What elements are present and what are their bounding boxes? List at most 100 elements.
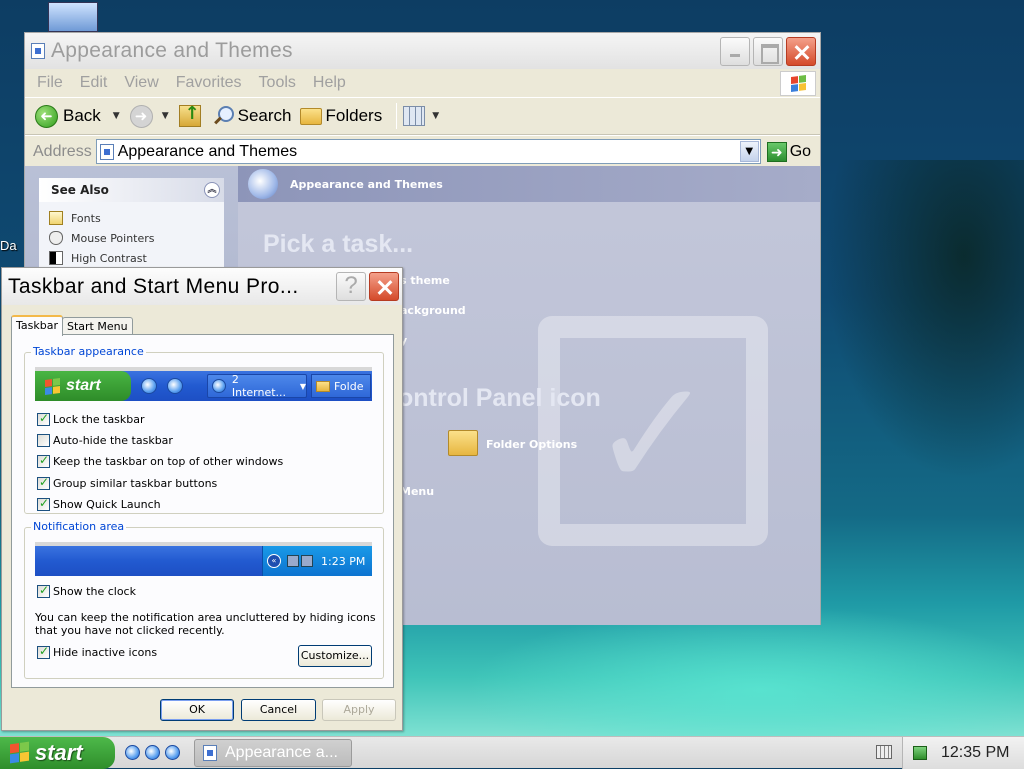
taskbar-button-label: Appearance a... — [225, 743, 338, 761]
windows-logo-icon — [45, 377, 60, 395]
checkbox[interactable] — [37, 411, 50, 426]
close-button[interactable] — [786, 37, 816, 66]
option-show-clock[interactable]: Show the clock — [37, 583, 136, 598]
folder-options-link[interactable]: Folder Options — [486, 438, 577, 451]
folders-label: Folders — [325, 106, 383, 125]
views-button[interactable] — [403, 106, 426, 126]
forward-dropdown-icon[interactable]: ▼ — [162, 111, 169, 121]
internet-explorer-icon — [167, 378, 183, 394]
notification-preview: « 1:23 PM — [35, 542, 372, 576]
tray-preview: « 1:23 PM — [262, 546, 372, 576]
internet-explorer-icon[interactable] — [145, 745, 160, 760]
dialog-close-button[interactable] — [369, 272, 399, 301]
taskbar-button-appearance[interactable]: Appearance a... — [194, 738, 352, 767]
network-icon[interactable] — [913, 746, 927, 760]
control-panel-icon — [31, 43, 45, 59]
notification-info-text: You can keep the notification area unclu… — [35, 611, 376, 637]
wallpaper-palm — [824, 160, 1024, 480]
address-value: Appearance and Themes — [117, 142, 298, 160]
show-hidden-icons-icon: « — [267, 554, 281, 568]
taskbar: start Appearance a... 12:35 PM — [0, 736, 1024, 769]
checkbox[interactable] — [37, 583, 50, 598]
menu-view[interactable]: View — [124, 74, 158, 92]
task-link-theme[interactable]: s theme — [400, 274, 450, 287]
control-panel-icon — [99, 143, 114, 160]
folder-icon — [299, 107, 322, 125]
see-also-fonts[interactable]: Fonts — [49, 208, 214, 228]
internet-explorer-icon[interactable] — [125, 745, 140, 760]
option-auto-hide[interactable]: Auto-hide the taskbar — [37, 434, 173, 447]
menu-favorites[interactable]: Favorites — [176, 74, 242, 92]
address-dropdown-button[interactable]: ▼ — [739, 141, 759, 162]
go-arrow-icon: ➜ — [766, 141, 787, 162]
menu-bar: File Edit View Favorites Tools Help — [25, 69, 820, 97]
maximize-button[interactable] — [753, 37, 783, 66]
tab-start-menu[interactable]: Start Menu — [62, 317, 133, 335]
cancel-button[interactable]: Cancel — [241, 699, 316, 721]
explorer-title: Appearance and Themes — [51, 39, 293, 62]
back-dropdown-icon[interactable]: ▼ — [113, 111, 120, 121]
tab-panel-taskbar: Taskbar appearance start 2 Internet... ▼… — [11, 334, 394, 688]
watermark-checkmark-icon — [538, 316, 768, 546]
checkbox[interactable] — [37, 496, 50, 511]
option-keep-on-top[interactable]: Keep the taskbar on top of other windows — [37, 453, 283, 468]
apply-button[interactable]: Apply — [322, 699, 396, 721]
help-button[interactable]: ? — [336, 272, 366, 301]
checkbox[interactable] — [37, 644, 50, 659]
option-label: Hide inactive icons — [53, 646, 158, 659]
start-button[interactable]: start — [0, 736, 115, 769]
tab-taskbar[interactable]: Taskbar — [11, 315, 63, 336]
folder-options-icon[interactable] — [448, 430, 478, 456]
internet-explorer-icon — [141, 378, 157, 394]
checkbox[interactable] — [37, 434, 50, 447]
address-label: Address — [33, 142, 92, 160]
see-also-mouse-pointers[interactable]: Mouse Pointers — [49, 228, 214, 248]
preview-chevron-icon: ▼ — [299, 381, 306, 391]
back-button[interactable]: Back — [35, 104, 101, 128]
start-label: start — [35, 739, 83, 765]
dialog-titlebar[interactable]: Taskbar and Start Menu Pro... ? — [2, 268, 402, 305]
media-player-icon[interactable] — [165, 745, 180, 760]
menu-tools[interactable]: Tools — [259, 74, 296, 92]
network-icon — [287, 555, 299, 567]
option-hide-inactive[interactable]: Hide inactive icons — [37, 644, 158, 659]
quick-launch — [125, 745, 180, 760]
checkbox[interactable] — [37, 475, 50, 490]
menu-help[interactable]: Help — [313, 74, 346, 92]
option-lock-taskbar[interactable]: Lock the taskbar — [37, 411, 145, 426]
customize-button[interactable]: Customize... — [298, 645, 372, 667]
windows-logo-icon — [10, 741, 29, 764]
group-label: Notification area — [31, 520, 127, 533]
task-link-background[interactable]: ackground — [400, 304, 466, 317]
desktop-computer-icon[interactable] — [48, 2, 98, 32]
address-input[interactable]: Appearance and Themes ▼ — [95, 139, 761, 164]
ok-button[interactable]: OK — [160, 699, 234, 721]
collapse-chevron-icon[interactable]: ︽ — [204, 182, 220, 198]
taskbar-preview: start 2 Internet... ▼ Folde — [35, 367, 372, 401]
checkbox[interactable] — [37, 453, 50, 468]
see-also-header[interactable]: See Also ︽ — [39, 178, 224, 202]
start-preview-label: start — [66, 377, 101, 394]
back-arrow-icon — [35, 104, 58, 128]
toolbar-separator — [396, 103, 398, 129]
menu-edit[interactable]: Edit — [80, 74, 108, 92]
see-also-high-contrast[interactable]: High Contrast — [49, 248, 214, 268]
search-button[interactable]: Search — [213, 105, 292, 127]
taskbar-start-menu-link[interactable]: Menu — [400, 485, 434, 498]
keyboard-icon[interactable] — [876, 745, 892, 759]
explorer-titlebar[interactable]: Appearance and Themes — [25, 33, 820, 69]
dialog-tabs: Taskbar Start Menu — [11, 314, 133, 336]
clock[interactable]: 12:35 PM — [941, 744, 1009, 762]
up-folder-button[interactable] — [178, 103, 201, 127]
option-group-buttons[interactable]: Group similar taskbar buttons — [37, 475, 217, 490]
option-quick-launch[interactable]: Show Quick Launch — [37, 496, 161, 511]
go-button[interactable]: ➜ Go — [766, 141, 811, 162]
forward-button[interactable] — [129, 104, 153, 128]
desktop-icon-label[interactable]: Da — [0, 238, 17, 253]
standard-toolbar: Back ▼ ▼ Search Folders ▼ — [25, 97, 820, 135]
preview-task-folder: Folde — [311, 374, 371, 398]
views-dropdown-icon[interactable]: ▼ — [432, 111, 439, 121]
menu-file[interactable]: File — [37, 74, 63, 92]
folders-button[interactable]: Folders — [299, 106, 383, 126]
minimize-button[interactable] — [720, 37, 750, 66]
